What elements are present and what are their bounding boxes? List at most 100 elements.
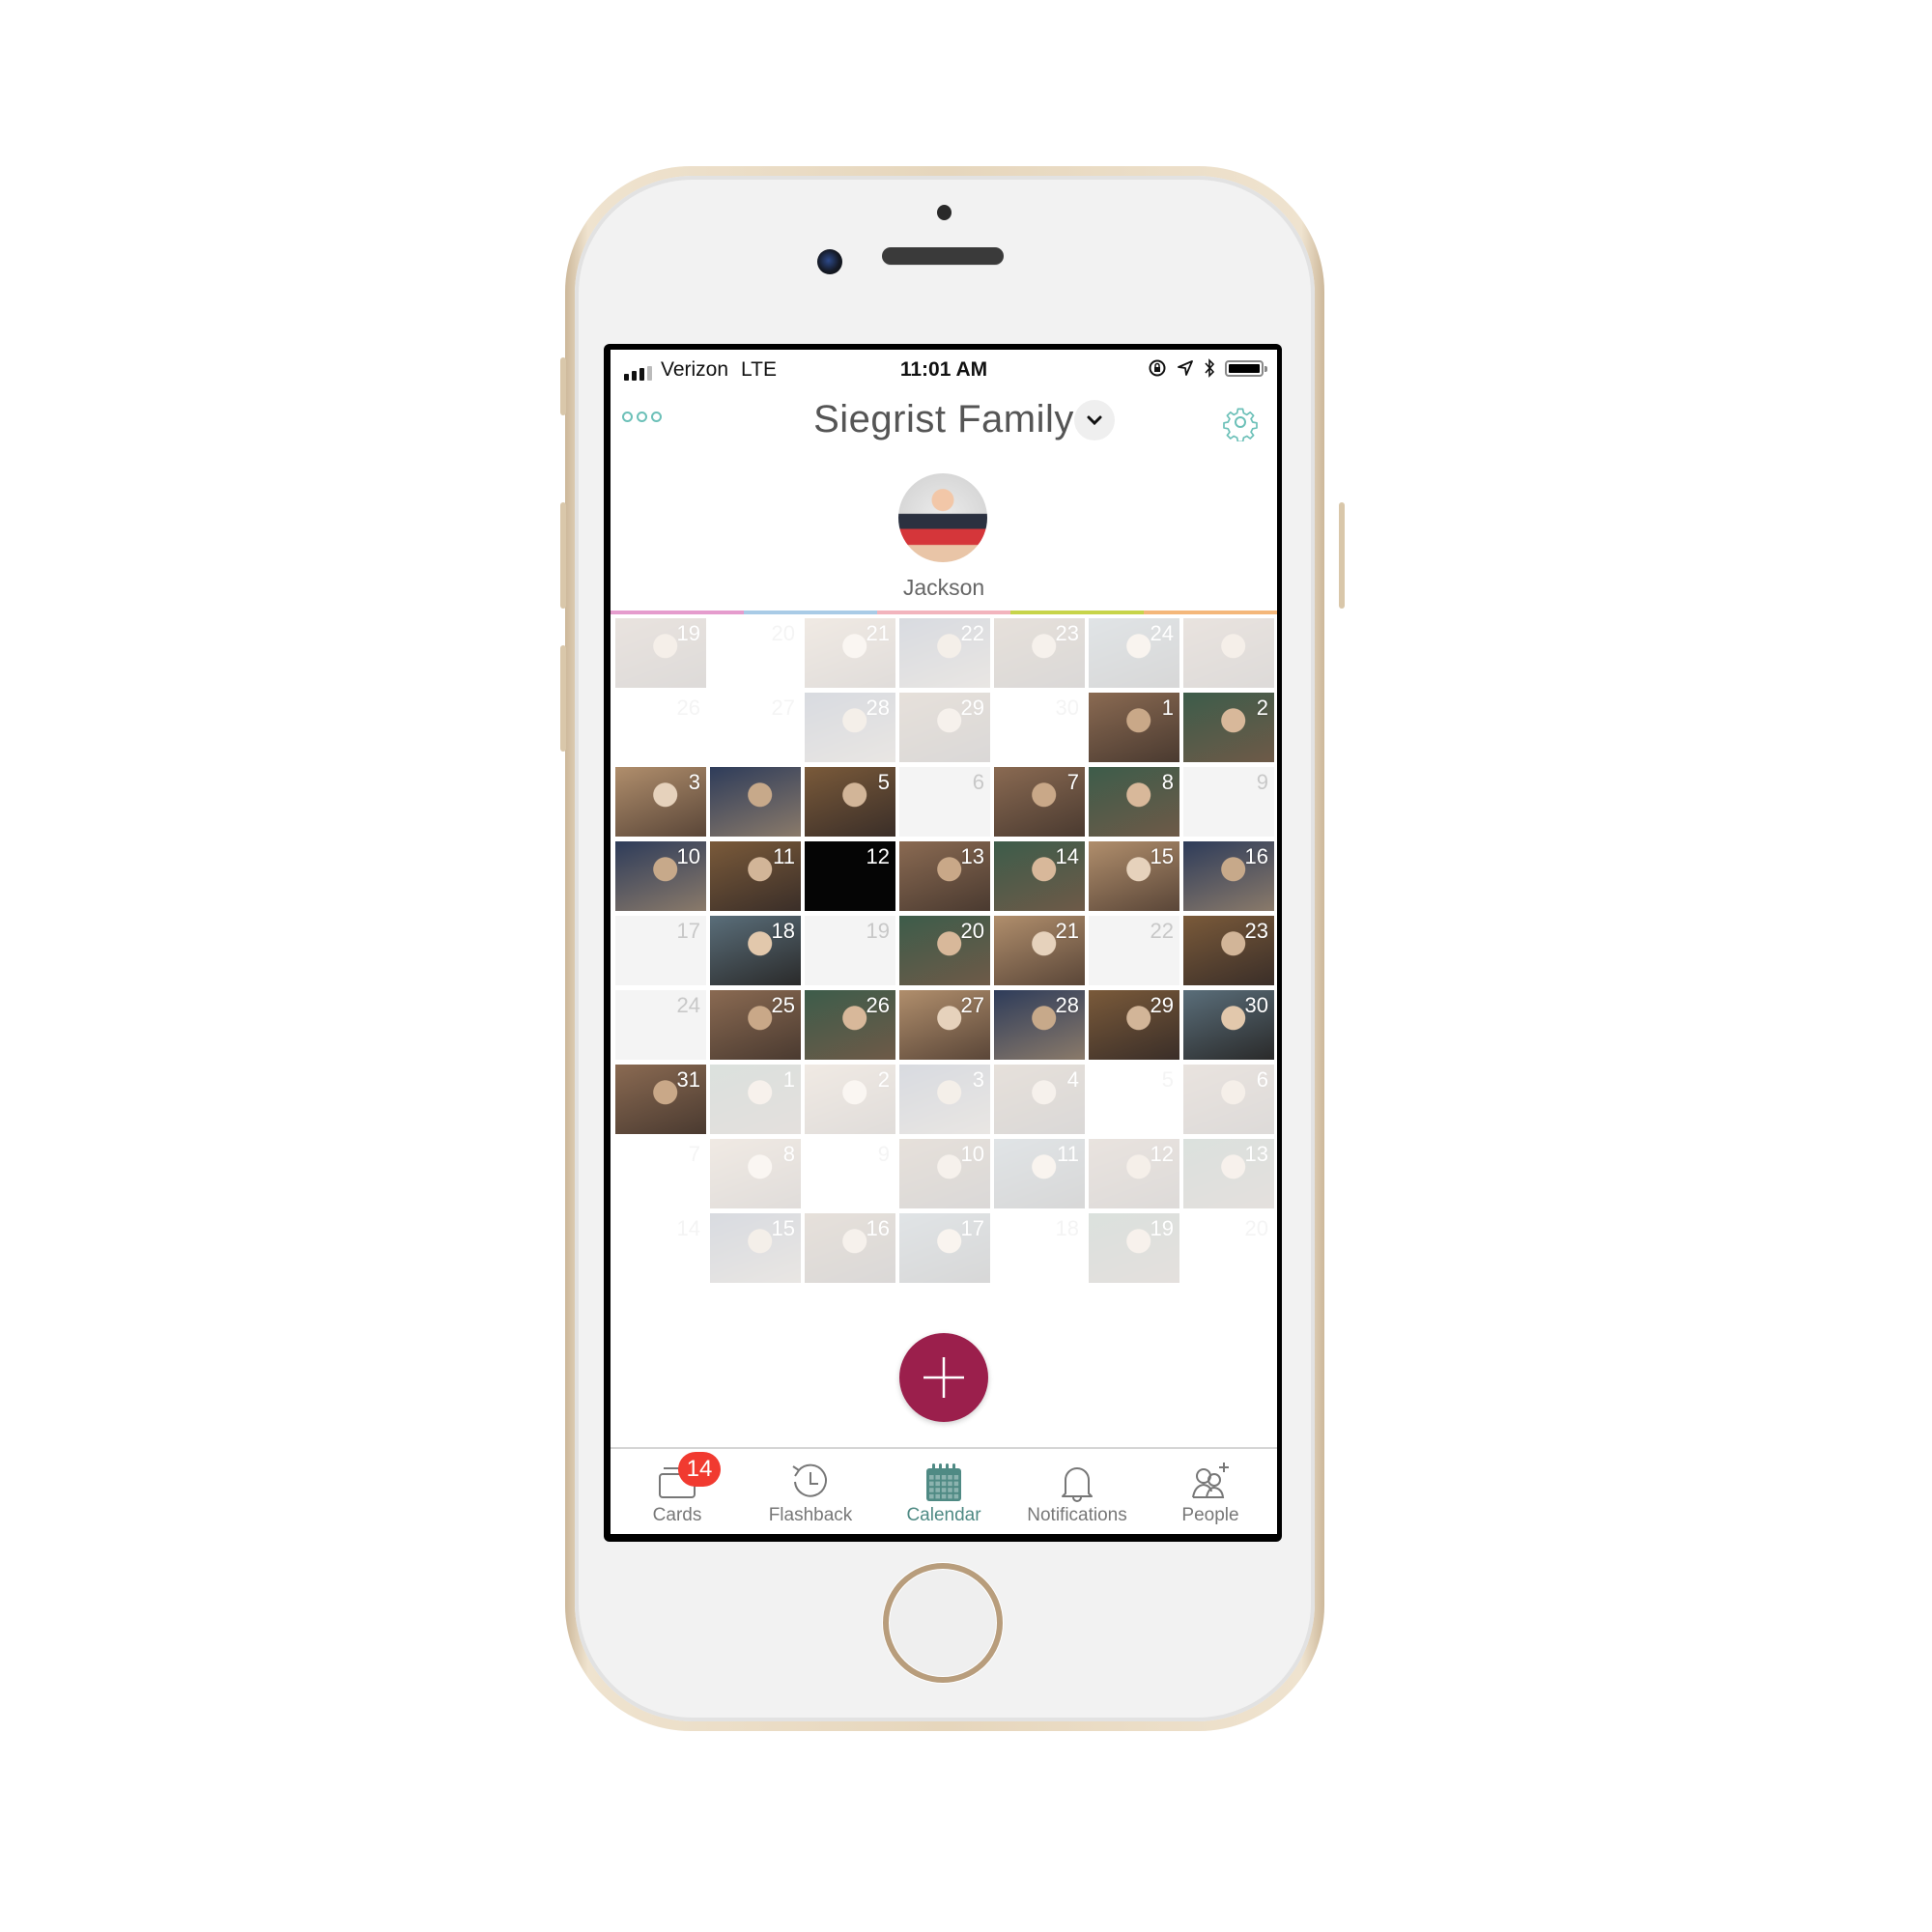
calendar-day[interactable]: 19	[1089, 1213, 1179, 1283]
day-number: 9	[877, 1142, 890, 1166]
tab-label: Calendar	[906, 1505, 981, 1525]
calendar-day[interactable]: 6	[899, 767, 990, 837]
calendar-day[interactable]: 3	[899, 1065, 990, 1134]
calendar-day[interactable]: 31	[615, 1065, 706, 1134]
status-bar: Verizon LTE 11:01 AM	[611, 350, 1277, 388]
front-camera	[817, 249, 842, 274]
calendar-day[interactable]: 5	[805, 767, 895, 837]
calendar-day[interactable]: 3	[615, 767, 706, 837]
day-number: 20	[960, 919, 984, 943]
day-number: 20	[771, 621, 795, 645]
day-number: 21	[1055, 919, 1079, 943]
calendar-day[interactable]: 5	[1089, 1065, 1179, 1134]
calendar-day[interactable]: 23	[1183, 916, 1274, 985]
calendar-day[interactable]: 9	[1183, 767, 1274, 837]
calendar-day[interactable]: 25	[710, 990, 801, 1060]
child-name[interactable]: Jackson	[611, 575, 1277, 601]
calendar-day[interactable]: 22	[1089, 916, 1179, 985]
calendar-day[interactable]: 14	[994, 841, 1085, 911]
calendar-day[interactable]: 12	[805, 841, 895, 911]
calendar-day[interactable]: 24	[615, 990, 706, 1060]
calendar-day[interactable]: 4	[994, 1065, 1085, 1134]
calendar-day[interactable]: 24	[1089, 618, 1179, 688]
calendar-day[interactable]: 26	[805, 990, 895, 1060]
calendar-day[interactable]: 2	[805, 1065, 895, 1134]
calendar-day[interactable]: 27	[899, 990, 990, 1060]
calendar-day[interactable]: 9	[805, 1139, 895, 1208]
color-stripe	[611, 611, 1277, 614]
calendar-day[interactable]: 20	[1183, 1213, 1274, 1283]
calendar-day[interactable]: 8	[710, 1139, 801, 1208]
tab-flashback[interactable]: Flashback	[744, 1449, 877, 1534]
calendar-day[interactable]: 21	[805, 618, 895, 688]
calendar-day[interactable]: 23	[994, 618, 1085, 688]
calendar-day[interactable]: 11	[994, 1139, 1085, 1208]
day-number: 17	[960, 1216, 984, 1240]
calendar-day[interactable]: 17	[615, 916, 706, 985]
gear-icon[interactable]	[1221, 403, 1260, 441]
day-number: 24	[676, 993, 700, 1017]
calendar-day[interactable]: 30	[994, 693, 1085, 762]
calendar-day[interactable]: 19	[805, 916, 895, 985]
tab-calendar[interactable]: Calendar	[877, 1449, 1010, 1534]
calendar-day[interactable]: 1	[1089, 693, 1179, 762]
day-number: 6	[972, 770, 984, 794]
calendar-day[interactable]: 2	[1183, 693, 1274, 762]
calendar-day[interactable]: 29	[1089, 990, 1179, 1060]
calendar-day[interactable]: 16	[805, 1213, 895, 1283]
calendar-day[interactable]: 7	[615, 1139, 706, 1208]
calendar-day[interactable]: 7	[994, 767, 1085, 837]
tab-people[interactable]: People	[1144, 1449, 1277, 1534]
calendar-day[interactable]: 15	[1089, 841, 1179, 911]
calendar-day[interactable]	[1183, 618, 1274, 688]
calendar-day[interactable]: 6	[1183, 1065, 1274, 1134]
child-avatar[interactable]	[898, 473, 987, 562]
day-number: 23	[1244, 919, 1268, 943]
family-title[interactable]: Siegrist Family	[611, 398, 1277, 441]
day-number: 7	[688, 1142, 700, 1166]
calendar-day[interactable]	[710, 767, 801, 837]
calendar-day[interactable]: 8	[1089, 767, 1179, 837]
day-number: 22	[1150, 919, 1174, 943]
calendar-day[interactable]: 10	[899, 1139, 990, 1208]
day-number: 23	[1055, 621, 1079, 645]
day-number: 29	[960, 696, 984, 720]
calendar-day[interactable]: 15	[710, 1213, 801, 1283]
calendar-day[interactable]: 12	[1089, 1139, 1179, 1208]
bell-icon	[1062, 1467, 1093, 1502]
calendar-day[interactable]: 19	[615, 618, 706, 688]
calendar-day[interactable]: 10	[615, 841, 706, 911]
calendar-day[interactable]: 26	[615, 693, 706, 762]
day-number: 5	[877, 770, 890, 794]
tab-cards[interactable]: 14 Cards	[611, 1449, 744, 1534]
calendar-day[interactable]: 14	[615, 1213, 706, 1283]
day-number: 28	[1055, 993, 1079, 1017]
stripe-segment	[1144, 611, 1277, 614]
calendar-day[interactable]: 17	[899, 1213, 990, 1283]
day-number: 12	[866, 844, 890, 868]
calendar-day[interactable]: 20	[899, 916, 990, 985]
calendar-day[interactable]: 16	[1183, 841, 1274, 911]
calendar-day[interactable]: 1	[710, 1065, 801, 1134]
calendar-day[interactable]: 21	[994, 916, 1085, 985]
calendar-day[interactable]: 29	[899, 693, 990, 762]
calendar-day[interactable]: 20	[710, 618, 801, 688]
day-number: 30	[1244, 993, 1268, 1017]
home-button[interactable]	[883, 1563, 1003, 1683]
calendar-day[interactable]: 28	[994, 990, 1085, 1060]
calendar-day[interactable]: 30	[1183, 990, 1274, 1060]
calendar-day[interactable]: 22	[899, 618, 990, 688]
family-dropdown-button[interactable]	[1074, 400, 1115, 440]
calendar-day[interactable]: 28	[805, 693, 895, 762]
calendar-day[interactable]: 13	[1183, 1139, 1274, 1208]
calendar-day[interactable]: 11	[710, 841, 801, 911]
day-number: 16	[866, 1216, 890, 1240]
orientation-lock-icon	[1149, 359, 1166, 377]
calendar-day[interactable]: 13	[899, 841, 990, 911]
day-number: 16	[1244, 844, 1268, 868]
add-photo-button[interactable]	[899, 1333, 988, 1422]
tab-notifications[interactable]: Notifications	[1010, 1449, 1144, 1534]
calendar-day[interactable]: 18	[710, 916, 801, 985]
calendar-day[interactable]: 18	[994, 1213, 1085, 1283]
calendar-day[interactable]: 27	[710, 693, 801, 762]
